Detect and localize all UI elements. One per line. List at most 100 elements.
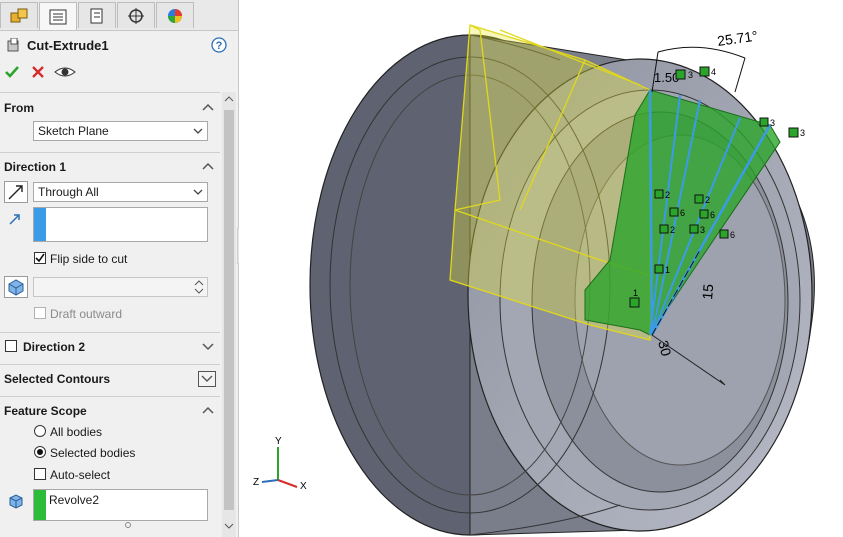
chevron-down-icon[interactable] (201, 339, 215, 353)
chevron-up-icon[interactable] (201, 159, 215, 173)
bodies-to-cut-list[interactable]: Revolve2 (33, 489, 208, 521)
tab-display-manager[interactable] (156, 2, 194, 28)
radio-dot (37, 449, 43, 455)
direction1-section-title: Direction 1 (4, 160, 67, 174)
relation-label: 6 (730, 230, 735, 240)
scroll-up-icon[interactable] (224, 95, 234, 103)
feature-tree-icon (10, 8, 28, 22)
all-bodies-radio[interactable] (34, 425, 46, 437)
chevron-up-icon[interactable] (201, 100, 215, 114)
draft-outward-checkbox[interactable] (34, 307, 46, 319)
help-icon[interactable]: ? (211, 37, 227, 53)
relation-label: 2 (705, 195, 710, 205)
divider (0, 396, 220, 397)
relation-marker[interactable] (669, 207, 679, 217)
relation-marker[interactable] (759, 117, 769, 127)
selection-color-bar (34, 490, 46, 520)
chevron-down-icon (193, 189, 203, 195)
tab-property-manager[interactable] (39, 2, 77, 30)
end-condition-select[interactable]: Through All (33, 182, 208, 202)
reverse-direction-button[interactable] (4, 181, 28, 203)
expand-box-icon[interactable] (198, 371, 216, 387)
relation-marker[interactable] (654, 189, 664, 199)
body-list-item[interactable]: Revolve2 (49, 493, 99, 507)
triad-y-label: Y (275, 436, 282, 447)
relation-label: 3 (770, 118, 775, 128)
relation-marker[interactable] (699, 66, 710, 77)
selection-color-bar (34, 208, 46, 241)
relation-label: 2 (670, 225, 675, 235)
scrollbar[interactable] (222, 92, 236, 537)
spin-stepper-icon[interactable] (193, 279, 205, 295)
auto-select-checkbox[interactable] (34, 468, 46, 480)
feature-scope-title: Feature Scope (4, 404, 87, 418)
divider (0, 332, 220, 333)
relation-marker[interactable] (659, 224, 669, 234)
scrollbar-thumb[interactable] (224, 110, 234, 510)
relation-label: 2 (665, 190, 670, 200)
relation-label: 6 (710, 210, 715, 220)
crosshair-icon (128, 7, 144, 24)
angle-dimension-label[interactable]: 25.71° (716, 27, 758, 49)
tab-dimxpert-manager[interactable] (117, 2, 155, 28)
dimension-label-15[interactable]: 15 (699, 283, 716, 300)
manager-tabs (0, 0, 238, 31)
resize-grip-icon[interactable] (124, 521, 132, 529)
direction2-checkbox[interactable] (5, 340, 17, 352)
relation-label: 3 (700, 225, 705, 235)
graphics-area[interactable]: 25.71° 1.50 15 30 3 4 3 1 2 6 2 6 3 6 2 … (239, 0, 843, 537)
relation-label: 1 (665, 265, 670, 275)
body-icon (9, 494, 23, 509)
draft-on-off-icon[interactable] (4, 276, 28, 298)
direction2-section-title: Direction 2 (23, 340, 86, 354)
configuration-icon (90, 8, 103, 23)
selected-contours-title: Selected Contours (4, 372, 111, 386)
relation-label: 3 (688, 70, 693, 80)
property-list-icon (49, 9, 67, 24)
relation-marker[interactable] (675, 69, 686, 80)
flip-side-label: Flip side to cut (50, 252, 128, 266)
from-select[interactable]: Sketch Plane (33, 121, 208, 141)
relation-label: 1 (633, 288, 638, 298)
relation-label: 6 (680, 208, 685, 218)
chevron-up-icon[interactable] (201, 403, 215, 417)
triad-z-label: Z (253, 477, 259, 488)
from-section-title: From (4, 101, 34, 115)
model-view[interactable]: 25.71° 1.50 15 30 3 4 3 1 2 6 2 6 3 6 2 … (239, 0, 843, 537)
relation-marker[interactable] (788, 127, 799, 138)
from-select-value: Sketch Plane (38, 124, 109, 138)
tab-feature-manager[interactable] (0, 2, 38, 28)
chevron-down-icon (193, 128, 203, 134)
cut-extrude-icon (7, 38, 19, 52)
relation-label: 4 (711, 67, 716, 77)
draft-outward-label: Draft outward (50, 307, 123, 321)
check-icon (35, 253, 45, 263)
auto-select-label: Auto-select (50, 468, 111, 482)
cancel-x-icon[interactable] (30, 64, 46, 80)
relation-marker[interactable] (629, 297, 640, 308)
ok-check-icon[interactable] (4, 64, 20, 80)
all-bodies-label: All bodies (50, 425, 103, 439)
preview-eye-icon[interactable] (54, 64, 76, 80)
relation-marker[interactable] (689, 224, 699, 234)
direction-vector-field[interactable] (33, 207, 208, 242)
feature-title: Cut-Extrude1 (27, 38, 109, 53)
divider (0, 152, 220, 153)
selected-bodies-radio[interactable] (34, 446, 46, 458)
triad-x-label: X (300, 481, 307, 492)
relation-label: 3 (800, 128, 805, 138)
draft-angle-input[interactable] (33, 277, 208, 297)
relation-marker[interactable] (694, 194, 704, 204)
appearance-pie-icon (168, 8, 182, 23)
flip-side-checkbox[interactable] (34, 252, 46, 264)
selected-bodies-label: Selected bodies (50, 446, 136, 460)
relation-marker[interactable] (654, 264, 664, 274)
reverse-direction-icon (8, 185, 23, 200)
coordinate-triad: Y X Z (253, 436, 307, 492)
svg-text:?: ? (216, 40, 223, 52)
relation-marker[interactable] (699, 209, 709, 219)
scroll-down-icon[interactable] (224, 522, 234, 530)
relation-marker[interactable] (719, 229, 729, 239)
direction-arrow-icon (9, 214, 20, 225)
tab-configuration-manager[interactable] (78, 2, 116, 28)
